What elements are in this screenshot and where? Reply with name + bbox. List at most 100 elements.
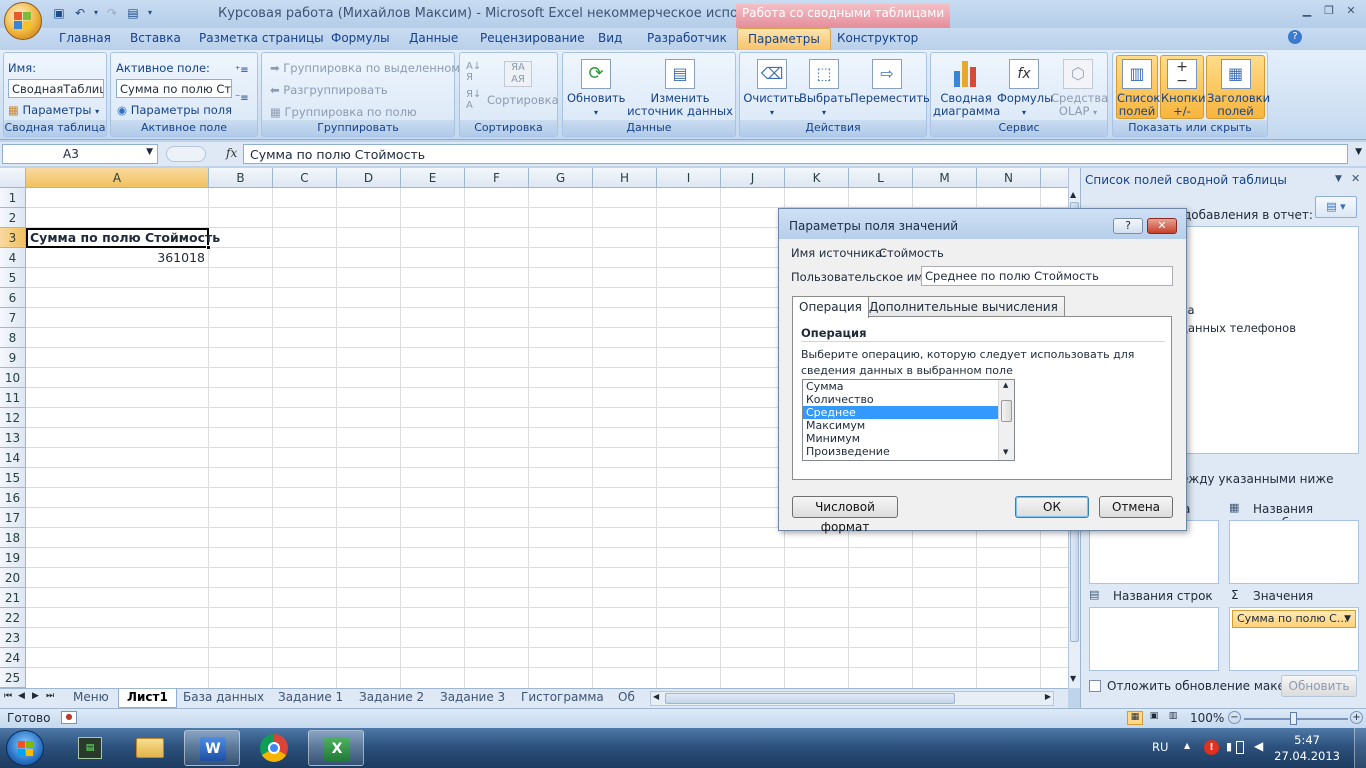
pane-update-button[interactable]: Обновить (1281, 675, 1357, 697)
column-header-f[interactable]: F (465, 168, 529, 188)
list-scrollbar[interactable]: ▲ ▼ (998, 380, 1014, 460)
row-header-19[interactable]: 19 (0, 548, 26, 568)
row-header-17[interactable]: 17 (0, 508, 26, 528)
taskbar-clock[interactable]: 5:47 27.04.2013 (1274, 732, 1340, 764)
sheet-tab-task1[interactable]: Задание 1 (278, 690, 343, 704)
ok-button[interactable]: ОК (1015, 496, 1089, 518)
row-header-5[interactable]: 5 (0, 268, 26, 288)
chevron-down-icon[interactable]: ▼ (1344, 611, 1351, 627)
start-button[interactable] (6, 730, 44, 766)
last-sheet-icon[interactable]: ⏭ (46, 691, 54, 701)
zoom-level[interactable]: 100% (1190, 711, 1224, 725)
operation-list[interactable]: Сумма Количество Среднее Максимум Миниму… (802, 379, 1015, 461)
dialog-help-button[interactable]: ? (1113, 218, 1143, 234)
column-header-i[interactable]: I (657, 168, 721, 188)
field-item-fragment-2[interactable]: данных телефонов (1180, 321, 1296, 335)
row-header-12[interactable]: 12 (0, 408, 26, 428)
scroll-thumb[interactable] (1001, 400, 1012, 422)
column-header-g[interactable]: G (529, 168, 593, 188)
pivot-chart-button[interactable]: Сводная диаграмма (933, 59, 1000, 118)
insert-function-icon[interactable]: fx (226, 146, 237, 160)
list-item[interactable]: Минимум (803, 432, 1014, 445)
ungroup-button[interactable]: ⬅ Разгруппировать (270, 83, 388, 97)
clear-button[interactable]: ⌫ Очистить ▾ (743, 59, 801, 119)
field-list-button[interactable]: ▥ Список полей (1116, 55, 1160, 119)
sort-za-icon[interactable]: Я↓ A (466, 89, 481, 111)
values-area[interactable]: Сумма по полю С... ▼ (1229, 607, 1359, 671)
horizontal-scrollbar[interactable]: ◀ ▶ (650, 691, 1054, 706)
olap-tools-button[interactable]: ⬡ Средства OLAP ▾ (1051, 59, 1108, 119)
action-center-alert-icon[interactable]: ! (1204, 740, 1219, 755)
pane-close-icon[interactable]: ✕ (1351, 172, 1360, 185)
scroll-left-icon[interactable]: ◀ (653, 692, 659, 701)
group-selection-button[interactable]: ➡ Группировка по выделенному (270, 61, 467, 75)
move-button[interactable]: ⇨ Переместить (850, 59, 930, 105)
redo-icon[interactable]: ↷ (103, 4, 121, 22)
print-preview-icon[interactable]: ▤ (124, 4, 142, 22)
defer-update-checkbox[interactable] (1089, 680, 1101, 692)
sheet-tab-partial[interactable]: Об (618, 690, 635, 704)
taskbar-app-excel[interactable]: X (308, 730, 364, 766)
refresh-button[interactable]: ⟳ Обновить ▾ (567, 59, 625, 119)
close-icon[interactable]: ✕ (1342, 4, 1360, 20)
column-header-j[interactable]: J (721, 168, 785, 188)
taskbar-app-word[interactable]: W (184, 730, 240, 766)
next-sheet-icon[interactable]: ▶ (32, 691, 39, 701)
row-header-6[interactable]: 6 (0, 288, 26, 308)
headers-toggle[interactable]: ▦ Заголовки полей (1206, 55, 1270, 119)
row-labels-area[interactable] (1089, 607, 1219, 671)
row-header-16[interactable]: 16 (0, 488, 26, 508)
row-header-20[interactable]: 20 (0, 568, 26, 588)
page-break-view-icon[interactable]: ▥ (1165, 711, 1181, 725)
collapse-field-icon[interactable]: ⁻≡ (235, 93, 249, 104)
number-format-button[interactable]: Числовой формат (792, 496, 898, 534)
row-header-4[interactable]: 4 (0, 248, 26, 268)
formula-input[interactable]: Сумма по полю Стоймость (243, 144, 1348, 164)
normal-view-icon[interactable]: ▦ (1127, 711, 1143, 725)
list-item[interactable]: Среднее (803, 406, 1014, 419)
active-field-input[interactable]: Сумма по полю Стойм (116, 79, 232, 98)
custom-name-input[interactable]: Среднее по полю Стоймость (921, 266, 1173, 286)
row-header-13[interactable]: 13 (0, 428, 26, 448)
tab-operation[interactable]: Операция (792, 296, 869, 318)
sheet-tab-database[interactable]: База данных (183, 690, 264, 704)
network-icon[interactable]: ▮ (1226, 740, 1232, 753)
language-indicator[interactable]: RU (1152, 740, 1168, 754)
page-layout-view-icon[interactable]: ▣ (1146, 711, 1162, 725)
buttons-toggle[interactable]: + − Кнопки +/- (1160, 55, 1206, 119)
undo-dropdown-icon[interactable]: ▾ (92, 4, 100, 22)
sort-button-label[interactable]: Сортировка (487, 93, 559, 107)
row-header-24[interactable]: 24 (0, 648, 26, 668)
minimize-icon[interactable]: ▁ (1298, 4, 1316, 20)
select-button[interactable]: ⬚ Выбрать ▾ (799, 59, 851, 119)
column-header-n[interactable]: N (977, 168, 1041, 188)
cell-a3[interactable]: Сумма по полю Стоймость (26, 228, 220, 248)
sheet-tab-task3[interactable]: Задание 3 (440, 690, 505, 704)
scroll-down-icon[interactable]: ▼ (1003, 448, 1008, 456)
show-desktop-button[interactable] (1354, 728, 1366, 768)
zoom-in-icon[interactable]: + (1350, 711, 1363, 724)
chevron-down-icon[interactable]: ▼ (146, 147, 153, 157)
group-field-button[interactable]: ▦ Группировка по полю (270, 105, 417, 119)
sheet-tab-list1[interactable]: Лист1 (118, 689, 177, 708)
sort-az-icon[interactable]: A↓ Я (466, 61, 481, 83)
row-header-18[interactable]: 18 (0, 528, 26, 548)
pivot-options-button[interactable]: ▦ Параметры ▾ (8, 103, 99, 117)
formula-splitter-icon[interactable] (166, 146, 206, 162)
column-header-a[interactable]: A (26, 168, 209, 188)
customize-qat-icon[interactable]: ▾ (145, 4, 155, 22)
pane-menu-icon[interactable]: ▼ (1335, 174, 1342, 184)
row-header-11[interactable]: 11 (0, 388, 26, 408)
column-header-b[interactable]: B (209, 168, 273, 188)
list-item[interactable]: Максимум (803, 419, 1014, 432)
tab-data[interactable]: Данные (409, 31, 458, 45)
tab-formulas[interactable]: Формулы (331, 31, 390, 45)
tab-view[interactable]: Вид (598, 31, 622, 45)
row-header-10[interactable]: 10 (0, 368, 26, 388)
tab-developer[interactable]: Разработчик (647, 31, 727, 45)
column-labels-area[interactable] (1229, 520, 1359, 584)
tab-home[interactable]: Главная (59, 31, 111, 45)
taskbar-app-chrome[interactable] (246, 730, 302, 766)
column-header-partial[interactable] (1041, 168, 1068, 188)
row-header-9[interactable]: 9 (0, 348, 26, 368)
